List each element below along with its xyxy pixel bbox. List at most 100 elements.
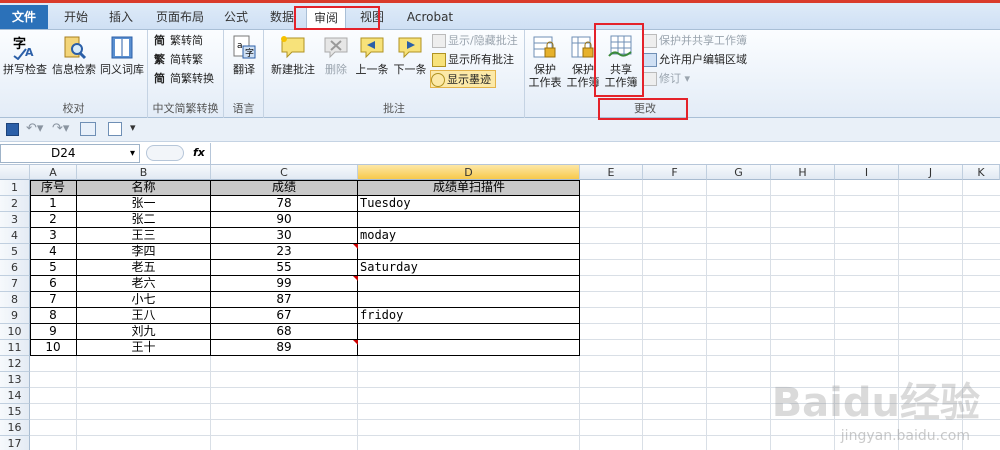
table-cell[interactable] [358, 276, 580, 292]
track-changes-button[interactable]: 修订 ▾ [643, 70, 690, 88]
save-icon[interactable] [6, 123, 19, 136]
allow-edit-ranges-button[interactable]: 允许用户编辑区域 [643, 51, 747, 69]
table-cell[interactable]: 张一 [77, 196, 211, 212]
row-header[interactable]: 15 [0, 404, 30, 420]
row-header[interactable]: 4 [0, 228, 30, 244]
table-cell[interactable]: 2 [30, 212, 77, 228]
undo-icon[interactable]: ↶▾ [26, 121, 43, 136]
name-box[interactable]: D24 ▾ [0, 144, 140, 163]
table-cell[interactable]: 90 [211, 212, 358, 228]
thesaurus-button[interactable]: 同义词库 [98, 34, 146, 76]
row-header[interactable]: 8 [0, 292, 30, 308]
table-cell[interactable]: 4 [30, 244, 77, 260]
table-cell[interactable]: 68 [211, 324, 358, 340]
row-header[interactable]: 16 [0, 420, 30, 436]
column-header-k[interactable]: K [963, 165, 1000, 180]
column-header-j[interactable]: J [899, 165, 963, 180]
tab-acrobat[interactable]: Acrobat [404, 7, 456, 29]
table-cell[interactable] [358, 292, 580, 308]
row-header[interactable]: 17 [0, 436, 30, 450]
show-ink-button[interactable]: 显示墨迹 [430, 70, 496, 88]
table-cell[interactable]: 89 [211, 340, 358, 356]
row-header[interactable]: 2 [0, 196, 30, 212]
table-cell[interactable]: 99 [211, 276, 358, 292]
table-cell[interactable]: 王三 [77, 228, 211, 244]
table-cell[interactable]: 王八 [77, 308, 211, 324]
customize-qat-icon[interactable]: ▾ [130, 121, 136, 134]
tab-home[interactable]: 开始 [58, 7, 94, 29]
row-header[interactable]: 9 [0, 308, 30, 324]
table-cell[interactable] [358, 244, 580, 260]
research-button[interactable]: 信息检索 [50, 34, 98, 76]
column-header-g[interactable]: G [707, 165, 771, 180]
tab-insert[interactable]: 插入 [103, 7, 139, 29]
chinese-convert-button[interactable]: 简简繁转换 [154, 70, 214, 88]
to-simplified-button[interactable]: 简繁转简 [154, 32, 203, 50]
worksheet-grid[interactable]: A B C D E F G H I J K 1 2 3 4 5 6 7 8 9 10 11 12 13 1… [0, 165, 1000, 450]
table-cell[interactable] [358, 324, 580, 340]
table-cell[interactable]: 李四 [77, 244, 211, 260]
new-comment-button[interactable]: 新建批注 [268, 34, 318, 76]
table-cell[interactable]: moday [358, 228, 580, 244]
table-header-cell[interactable]: 成绩 [211, 180, 358, 196]
table-cell[interactable]: 23 [211, 244, 358, 260]
formula-input[interactable] [210, 143, 1000, 164]
table-cell[interactable]: 10 [30, 340, 77, 356]
form-icon[interactable] [108, 122, 122, 136]
show-all-comments-button[interactable]: 显示所有批注 [432, 51, 514, 69]
row-header[interactable]: 7 [0, 276, 30, 292]
table-cell[interactable] [358, 212, 580, 228]
table-header-cell[interactable]: 成绩单扫描件 [358, 180, 580, 196]
row-header[interactable]: 1 [0, 180, 30, 196]
to-traditional-button[interactable]: 繁简转繁 [154, 51, 203, 69]
column-header-d[interactable]: D [358, 165, 580, 180]
column-header-b[interactable]: B [77, 165, 211, 180]
column-header-i[interactable]: I [835, 165, 899, 180]
table-cell[interactable]: 5 [30, 260, 77, 276]
select-all-corner[interactable] [0, 165, 30, 180]
table-cell[interactable]: 刘九 [77, 324, 211, 340]
table-cell[interactable]: 9 [30, 324, 77, 340]
chevron-down-icon[interactable]: ▾ [130, 145, 135, 162]
tab-page-layout[interactable]: 页面布局 [150, 7, 210, 29]
row-header[interactable]: 14 [0, 388, 30, 404]
row-header[interactable]: 10 [0, 324, 30, 340]
table-cell[interactable]: 78 [211, 196, 358, 212]
table-cell[interactable]: 王十 [77, 340, 211, 356]
table-cell[interactable]: 7 [30, 292, 77, 308]
table-cell[interactable]: 3 [30, 228, 77, 244]
row-header[interactable]: 6 [0, 260, 30, 276]
column-header-a[interactable]: A [30, 165, 77, 180]
next-comment-button[interactable]: 下一条 [392, 34, 428, 76]
column-header-f[interactable]: F [643, 165, 707, 180]
table-cell[interactable]: 6 [30, 276, 77, 292]
table-cell[interactable]: 小七 [77, 292, 211, 308]
table-cell[interactable]: 87 [211, 292, 358, 308]
previous-comment-button[interactable]: 上一条 [354, 34, 390, 76]
table-cell[interactable]: 老六 [77, 276, 211, 292]
table-cell[interactable]: 张二 [77, 212, 211, 228]
tab-formulas[interactable]: 公式 [218, 7, 254, 29]
table-cell[interactable]: 老五 [77, 260, 211, 276]
protect-sheet-button[interactable]: 保护 工作表 [527, 34, 563, 89]
table-cell[interactable]: Tuesdoy [358, 196, 580, 212]
table-cell[interactable] [358, 340, 580, 356]
table-cell[interactable]: 8 [30, 308, 77, 324]
row-header[interactable]: 13 [0, 372, 30, 388]
table-header-cell[interactable]: 序号 [30, 180, 77, 196]
table-header-cell[interactable]: 名称 [77, 180, 211, 196]
column-header-e[interactable]: E [580, 165, 643, 180]
table-cell[interactable]: Saturday [358, 260, 580, 276]
table-cell[interactable]: 67 [211, 308, 358, 324]
table-cell[interactable]: 1 [30, 196, 77, 212]
tab-file[interactable]: 文件 [0, 5, 48, 29]
table-cell[interactable]: fridoy [358, 308, 580, 324]
spell-check-button[interactable]: 字A 拼写检查 [2, 34, 48, 76]
redo-icon[interactable]: ↷▾ [52, 121, 69, 136]
show-hide-comment-button[interactable]: 显示/隐藏批注 [432, 32, 518, 50]
print-preview-icon[interactable] [80, 122, 96, 136]
insert-function-icon[interactable]: fx [193, 146, 205, 159]
row-header[interactable]: 11 [0, 340, 30, 356]
row-header[interactable]: 12 [0, 356, 30, 372]
table-cell[interactable]: 55 [211, 260, 358, 276]
